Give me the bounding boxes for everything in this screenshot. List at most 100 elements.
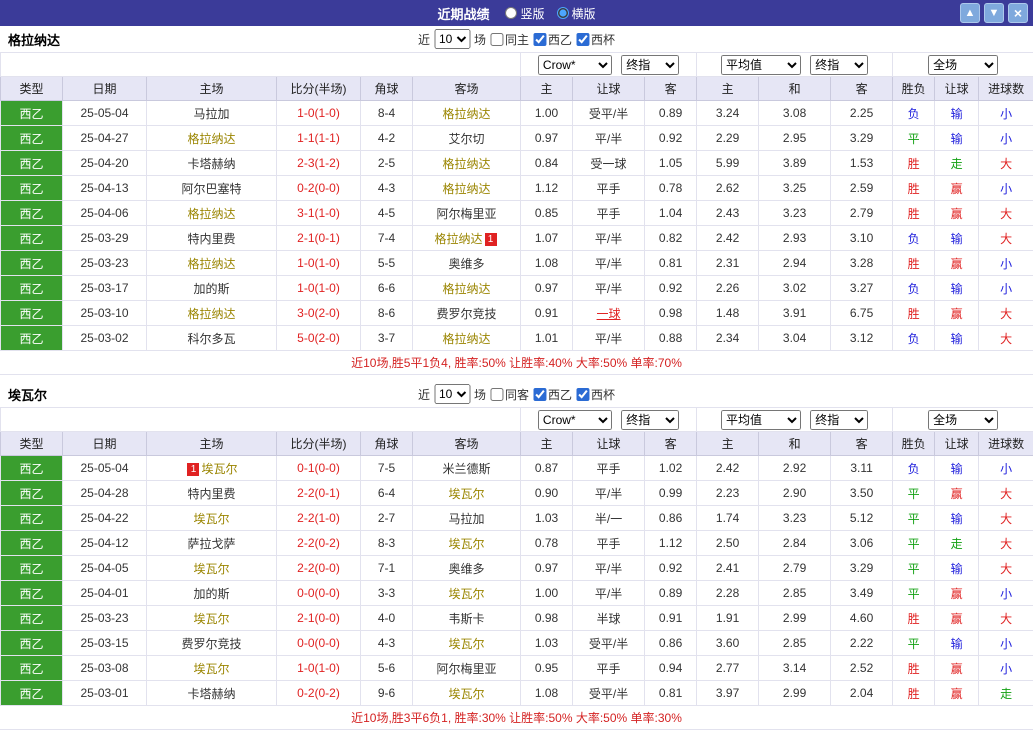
same-away-checkbox[interactable] bbox=[489, 387, 503, 401]
checkbox-cup[interactable]: 西杯 bbox=[576, 31, 615, 48]
goals-result-cell: 大 bbox=[978, 505, 1033, 531]
handicap-result-cell: 赢 bbox=[934, 175, 980, 201]
filter-suffix-label: 场 bbox=[473, 387, 486, 402]
scope-select[interactable]: 全场 bbox=[928, 54, 999, 75]
col-result: 胜负 bbox=[892, 431, 936, 456]
odds-stage-select[interactable]: 终指 bbox=[621, 54, 680, 75]
away-odds-cell: 0.78 bbox=[644, 175, 698, 201]
score-cell: 2-2(0-2) bbox=[276, 530, 361, 556]
match-row: 西乙 25-04-06 格拉纳达 3-1(1-0) 4-5 阿尔梅里亚 0.85 平手 1.04… bbox=[0, 200, 1033, 226]
handicap-cell: 平手 bbox=[572, 530, 646, 556]
avg-draw-cell: 2.79 bbox=[758, 555, 832, 581]
layout-option-vertical[interactable]: 竖版 bbox=[505, 5, 545, 22]
horizontal-radio[interactable] bbox=[556, 7, 569, 19]
section-team-name: 埃瓦尔 bbox=[8, 387, 48, 403]
avg-away-cell: 2.04 bbox=[830, 680, 894, 706]
move-up-button[interactable]: ▲ bbox=[960, 3, 980, 23]
handicap-cell: 平/半 bbox=[572, 125, 646, 151]
col-avg-home: 主 bbox=[696, 431, 760, 456]
odds-stage-select[interactable]: 终指 bbox=[621, 409, 680, 430]
red-card-badge: 1 bbox=[484, 232, 497, 246]
match-row: 西乙 25-03-02 科尔多瓦 5-0(2-0) 3-7 格拉纳达 1.01 平/半 0.88… bbox=[0, 325, 1033, 351]
league-cell: 西乙 bbox=[0, 630, 63, 656]
header-spacer bbox=[0, 52, 522, 77]
window-controls: ▲ ▼ × bbox=[960, 3, 1028, 23]
same-home-checkbox[interactable] bbox=[489, 32, 503, 46]
score-cell: 0-2(0-2) bbox=[276, 680, 361, 706]
corners-cell: 5-5 bbox=[360, 250, 413, 276]
col-type: 类型 bbox=[0, 431, 63, 456]
score-cell: 1-1(1-1) bbox=[276, 125, 361, 151]
handicap-result-cell: 赢 bbox=[934, 480, 980, 506]
score-cell: 2-3(1-2) bbox=[276, 150, 361, 176]
away-team-cell: 米兰德斯 bbox=[411, 455, 522, 481]
avg-home-cell: 2.43 bbox=[696, 200, 760, 226]
corners-cell: 7-1 bbox=[360, 555, 413, 581]
filter-row: 埃瓦尔 近 10 场 同客 西乙 西杯 bbox=[0, 381, 1033, 407]
away-team-cell: 格拉纳达 bbox=[411, 275, 522, 301]
close-button[interactable]: × bbox=[1008, 3, 1028, 23]
avg-draw-cell: 2.99 bbox=[758, 605, 832, 631]
checkbox-same-away[interactable]: 同客 bbox=[489, 386, 529, 403]
away-team-cell: 阿尔梅里亚 bbox=[411, 655, 522, 681]
average-stage-select[interactable]: 终指 bbox=[810, 54, 869, 75]
home-team-cell: 格拉纳达 bbox=[146, 250, 277, 276]
avg-home-cell: 2.77 bbox=[696, 655, 760, 681]
league-cell: 西乙 bbox=[0, 250, 63, 276]
filter-prefix-label: 近 bbox=[417, 387, 430, 402]
col-goals: 进球数 bbox=[978, 431, 1033, 456]
home-odds-cell: 0.97 bbox=[520, 555, 574, 581]
result-cell: 胜 bbox=[892, 200, 936, 226]
odds-company-select[interactable]: Crow* bbox=[537, 409, 612, 430]
checkbox-league[interactable]: 西乙 bbox=[533, 31, 572, 48]
layout-option-horizontal[interactable]: 横版 bbox=[556, 5, 596, 22]
avg-draw-cell: 2.99 bbox=[758, 680, 832, 706]
checkbox-league[interactable]: 西乙 bbox=[533, 386, 572, 403]
goals-result-cell: 小 bbox=[978, 580, 1033, 606]
average-select[interactable]: 平均值 bbox=[720, 409, 801, 430]
league-cell: 西乙 bbox=[0, 555, 63, 581]
home-odds-cell: 0.91 bbox=[520, 300, 574, 326]
match-row: 西乙 25-03-29 特内里费 2-1(0-1) 7-4 格拉纳达 1 1.07 平/半 0.8… bbox=[0, 225, 1033, 251]
league-checkbox[interactable] bbox=[533, 387, 547, 401]
date-cell: 25-03-29 bbox=[62, 225, 147, 251]
summary-line: 近10场,胜3平6负1, 胜率:30% 让胜率:50% 大率:50% 单率:30… bbox=[0, 706, 1033, 730]
match-count-select[interactable]: 10 bbox=[433, 29, 470, 49]
match-count-select[interactable]: 10 bbox=[433, 384, 470, 404]
col-away: 客场 bbox=[411, 76, 522, 101]
avg-home-cell: 2.29 bbox=[696, 125, 760, 151]
match-row: 西乙 25-03-17 加的斯 1-0(1-0) 6-6 格拉纳达 0.97 平/半 0.92 2… bbox=[0, 275, 1033, 301]
move-down-button[interactable]: ▼ bbox=[984, 3, 1004, 23]
goals-result-cell: 大 bbox=[978, 225, 1033, 251]
handicap-result-cell: 赢 bbox=[934, 605, 980, 631]
result-cell: 胜 bbox=[892, 250, 936, 276]
match-row: 西乙 25-03-08 埃瓦尔 1-0(1-0) 5-6 阿尔梅里亚 0.95 平手 0.94 2… bbox=[0, 655, 1033, 681]
date-cell: 25-03-02 bbox=[62, 325, 147, 351]
home-odds-cell: 0.84 bbox=[520, 150, 574, 176]
odds-company-select[interactable]: Crow* bbox=[537, 54, 612, 75]
match-row: 西乙 25-03-10 格拉纳达 3-0(2-0) 8-6 费罗尔竞技 0.91 一球 0.98… bbox=[0, 300, 1033, 326]
scope-select[interactable]: 全场 bbox=[928, 409, 999, 430]
vertical-radio[interactable] bbox=[505, 7, 518, 19]
corners-cell: 3-7 bbox=[360, 325, 413, 351]
average-select[interactable]: 平均值 bbox=[720, 54, 801, 75]
away-odds-cell: 0.92 bbox=[644, 275, 698, 301]
col-odds-away: 客 bbox=[644, 431, 698, 456]
team-name: 阿尔梅里亚 bbox=[436, 661, 497, 676]
corners-cell: 4-2 bbox=[360, 125, 413, 151]
team-name: 埃瓦尔 bbox=[193, 611, 230, 626]
cup-checkbox[interactable] bbox=[576, 387, 590, 401]
team-name: 马拉加 bbox=[193, 106, 230, 121]
team-name: 韦斯卡 bbox=[448, 611, 485, 626]
average-stage-select[interactable]: 终指 bbox=[810, 409, 869, 430]
home-team-cell: 格拉纳达 bbox=[146, 300, 277, 326]
avg-away-cell: 2.52 bbox=[830, 655, 894, 681]
checkbox-same-home[interactable]: 同主 bbox=[489, 31, 529, 48]
league-checkbox[interactable] bbox=[533, 32, 547, 46]
team-name: 埃瓦尔 bbox=[201, 461, 238, 476]
score-cell: 0-2(0-0) bbox=[276, 175, 361, 201]
cup-checkbox[interactable] bbox=[576, 32, 590, 46]
avg-draw-cell: 3.02 bbox=[758, 275, 832, 301]
checkbox-cup[interactable]: 西杯 bbox=[576, 386, 615, 403]
team-name: 格拉纳达 bbox=[187, 306, 236, 321]
